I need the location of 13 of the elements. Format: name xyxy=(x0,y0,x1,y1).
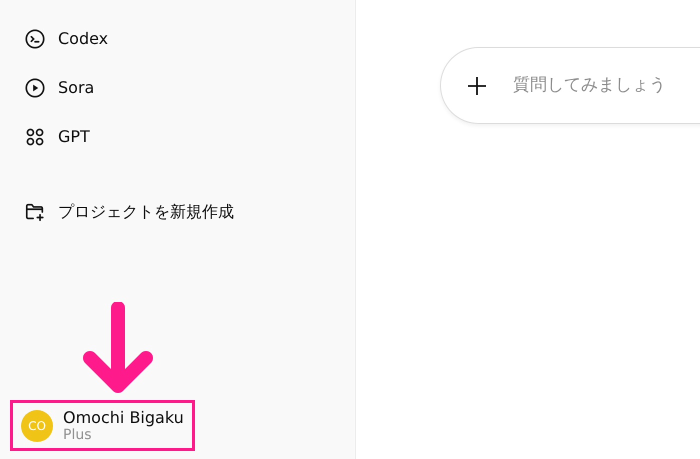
message-input[interactable]: 質問してみましょう xyxy=(511,72,700,100)
plan-label: Plus xyxy=(63,427,92,444)
play-circle-icon xyxy=(24,76,46,98)
sidebar-item[interactable]: Codex xyxy=(10,14,122,63)
user-profile-button[interactable]: CO Omochi Bigaku Plus xyxy=(10,400,195,451)
grid-circles-icon xyxy=(24,126,46,148)
sidebar-item[interactable]: プロジェクトを新規作成 xyxy=(10,187,248,236)
sidebar-item[interactable]: Sora xyxy=(10,63,108,112)
user-name: Omochi Bigaku xyxy=(63,408,184,428)
terminal-icon xyxy=(24,28,46,50)
user-avatar: CO xyxy=(21,410,53,442)
sidebar-item[interactable]: GPT xyxy=(10,112,104,161)
plus-icon[interactable] xyxy=(467,76,487,96)
